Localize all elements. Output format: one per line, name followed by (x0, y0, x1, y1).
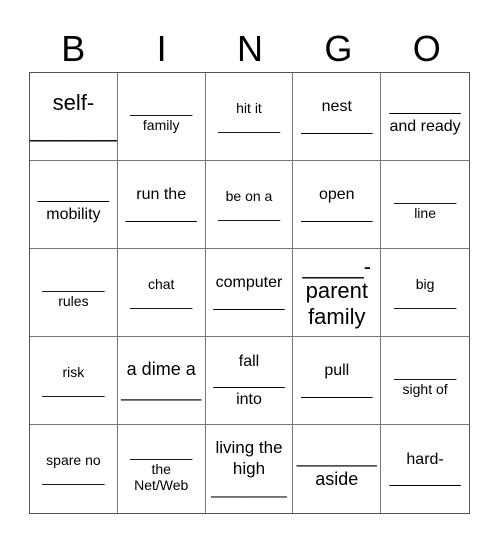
bingo-cell[interactable]: ________ rules (30, 249, 118, 337)
bingo-cell[interactable]: run the ________ (117, 161, 206, 249)
cell-text: nest (321, 98, 352, 116)
cell-blank: ________ (217, 204, 281, 221)
header-letter-o: O (412, 28, 441, 69)
cell-blank: ________ (130, 292, 193, 309)
header-letter-n: N (236, 28, 263, 69)
header-letter-b: B (61, 28, 86, 69)
cell-text: and ready (389, 117, 461, 135)
cell-text: aside (315, 469, 359, 489)
cell-text: open (318, 186, 355, 204)
bingo-header: B I N G O (29, 26, 471, 72)
bingo-cell[interactable]: spare no ________ (30, 425, 118, 513)
bingo-cell[interactable]: computer ________ (205, 249, 294, 337)
cell-text: run the (136, 186, 187, 204)
bingo-cell[interactable]: big ________ (381, 249, 469, 337)
cell-blank: ________ (130, 443, 193, 460)
cell-text: sight of (402, 380, 448, 397)
cell-text: parent (305, 277, 368, 303)
cell-text: into (236, 391, 262, 409)
bingo-cell[interactable]: open ________ (293, 161, 382, 249)
cell-text: family (142, 116, 180, 133)
cell-blank: ________ (213, 371, 285, 389)
bingo-cell[interactable]: ________ mobility (30, 161, 118, 249)
cell-text: mobility (46, 205, 101, 223)
bingo-cell[interactable]: hit it ________ (205, 73, 294, 161)
cell-blank: ________ (296, 447, 377, 468)
cell-text: line (414, 204, 436, 221)
cell-blank: ________ (213, 293, 285, 311)
bingo-cell[interactable]: pull ________ (293, 337, 382, 425)
cell-text: Net/Web (134, 477, 189, 494)
cell-blank: ________ (389, 470, 461, 487)
cell-blank: ________ (217, 116, 281, 133)
bingo-cell[interactable]: ________ aside (293, 425, 382, 513)
cell-blank: _____- (302, 253, 372, 279)
bingo-cell[interactable]: risk ________ (30, 337, 118, 425)
cell-blank: ________ (42, 275, 105, 292)
bingo-grid: self- ________ ________ family hit it __… (29, 72, 470, 514)
bingo-cell[interactable]: _____- parent family (293, 249, 382, 337)
cell-blank: ________ (393, 292, 457, 309)
cell-text: computer (215, 274, 283, 292)
cell-text: living the (215, 438, 283, 458)
cell-text: hit it (236, 99, 262, 116)
cell-text: be on a (225, 187, 273, 204)
cell-text: spare no (46, 452, 101, 469)
cell-blank: ________ (393, 187, 457, 204)
cell-text: chat (147, 275, 175, 292)
cell-blank: ________ (30, 116, 118, 142)
cell-blank: ________ (42, 469, 105, 485)
cell-text: fall (238, 352, 260, 370)
cell-text: high (232, 458, 266, 478)
cell-blank: ________ (130, 99, 193, 116)
cell-blank: ________ (121, 380, 202, 401)
header-letter-g: G (324, 28, 353, 69)
cell-blank: ________ (301, 381, 373, 399)
bingo-cell[interactable]: ________ line (381, 161, 469, 249)
header-letter-i: I (156, 28, 167, 69)
bingo-cell[interactable]: chat ________ (117, 249, 206, 337)
cell-blank: ________ (301, 117, 373, 135)
bingo-cell[interactable]: ________ sight of (381, 337, 469, 425)
cell-blank: ________ (125, 205, 197, 223)
cell-blank: ________ (42, 380, 105, 397)
bingo-cell[interactable]: be on a ________ (205, 161, 294, 249)
cell-blank: ________ (37, 186, 109, 204)
bingo-cell[interactable]: ________ and ready (381, 73, 469, 161)
cell-text: rules (58, 292, 89, 309)
bingo-cell[interactable]: self- ________ (30, 73, 118, 161)
cell-text: self- (52, 90, 95, 116)
cell-blank: ________ (211, 479, 287, 499)
cell-text: pull (324, 362, 350, 380)
cell-blank: ________ (389, 98, 461, 116)
bingo-cell[interactable]: living the high ________ (206, 425, 294, 513)
bingo-cell[interactable]: ________ family (117, 73, 206, 161)
cell-blank: ________ (393, 363, 457, 380)
cell-text: big (415, 275, 435, 292)
bingo-cell[interactable]: a dime a ________ (117, 337, 206, 425)
cell-blank: ________ (301, 205, 373, 223)
cell-text: the (151, 460, 171, 477)
cell-text: hard- (406, 450, 444, 468)
cell-text: a dime a (126, 358, 196, 379)
cell-text: risk (62, 363, 85, 380)
bingo-cell[interactable]: nest ________ (293, 73, 382, 161)
cell-text: family (308, 304, 366, 330)
bingo-cell[interactable]: fall ________ into (205, 337, 294, 425)
bingo-cell[interactable]: hard- ________ (381, 425, 469, 513)
bingo-cell[interactable]: ________ the Net/Web (118, 425, 206, 513)
